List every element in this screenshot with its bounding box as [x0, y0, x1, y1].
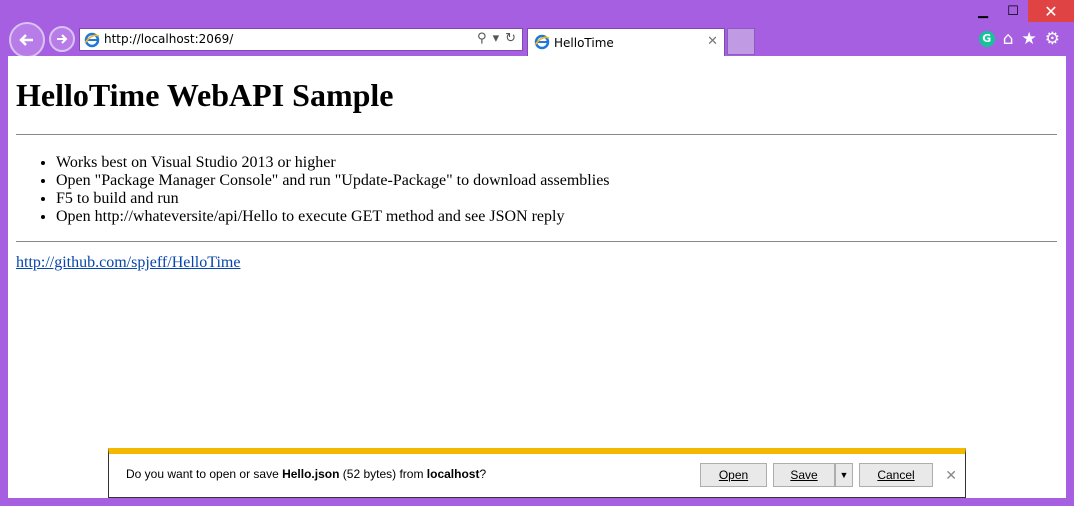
download-message-prefix: Do you want to open or save	[126, 467, 283, 481]
gear-icon[interactable]: ⚙	[1045, 30, 1060, 48]
download-filename: Hello.json	[282, 467, 340, 481]
address-bar[interactable]: http://localhost:2069/ ⚲ ▾ ↻	[79, 28, 523, 51]
open-button[interactable]: Open	[700, 463, 767, 487]
list-item: Open "Package Manager Console" and run "…	[56, 172, 610, 190]
save-dropdown-icon[interactable]: ▼	[835, 463, 853, 487]
cancel-button[interactable]: Cancel	[859, 463, 933, 487]
instruction-list: Works best on Visual Studio 2013 or high…	[16, 154, 610, 226]
new-tab-button[interactable]	[727, 28, 755, 55]
back-arrow-icon	[19, 34, 33, 46]
page-title: HelloTime WebAPI Sample	[16, 77, 394, 113]
github-link[interactable]: http://github.com/spjeff/HelloTime	[16, 254, 240, 272]
forward-arrow-icon	[57, 34, 68, 44]
favorites-star-icon[interactable]: ★	[1022, 30, 1037, 48]
tab-title: HelloTime	[554, 36, 614, 50]
page-content: HelloTime WebAPI Sample Works best on Vi…	[8, 56, 1066, 498]
search-icon[interactable]: ⚲	[477, 31, 487, 46]
dropdown-arrow-icon[interactable]: ▾	[493, 31, 500, 46]
tab-close-icon[interactable]: ✕	[707, 34, 718, 49]
browser-chrome: http://localhost:2069/ ⚲ ▾ ↻ HelloTime ✕…	[0, 0, 1074, 58]
list-item: F5 to build and run	[56, 190, 610, 208]
download-message: Do you want to open or save Hello.json (…	[126, 467, 486, 481]
maximize-icon[interactable]: ☐	[998, 0, 1028, 22]
forward-button[interactable]	[49, 26, 75, 52]
ie-logo-icon	[534, 34, 550, 54]
tab-hellotime[interactable]: HelloTime ✕	[527, 28, 725, 56]
divider	[16, 241, 1057, 242]
download-host: localhost	[426, 467, 480, 481]
download-message-suffix: ?	[479, 467, 487, 481]
close-icon[interactable]: ✕	[945, 467, 957, 484]
address-url: http://localhost:2069/	[104, 32, 234, 46]
download-size: (52 bytes) from	[339, 467, 427, 481]
home-icon[interactable]: ⌂	[1003, 30, 1014, 48]
save-button[interactable]: Save	[773, 463, 835, 487]
download-notification-bar: Do you want to open or save Hello.json (…	[108, 448, 966, 498]
close-window-icon[interactable]: ✕	[1028, 0, 1074, 22]
list-item: Works best on Visual Studio 2013 or high…	[56, 154, 610, 172]
ie-logo-icon	[84, 32, 100, 52]
grammarly-icon[interactable]: G	[978, 31, 995, 47]
divider	[16, 134, 1057, 135]
minimize-icon[interactable]: ▁	[968, 0, 998, 22]
toolbar-icons: G ⌂ ★ ⚙	[978, 30, 1060, 48]
back-button[interactable]	[9, 22, 45, 58]
refresh-icon[interactable]: ↻	[505, 31, 516, 46]
list-item: Open http://whateversite/api/Hello to ex…	[56, 208, 610, 226]
window-controls: ▁ ☐ ✕	[968, 0, 1074, 22]
